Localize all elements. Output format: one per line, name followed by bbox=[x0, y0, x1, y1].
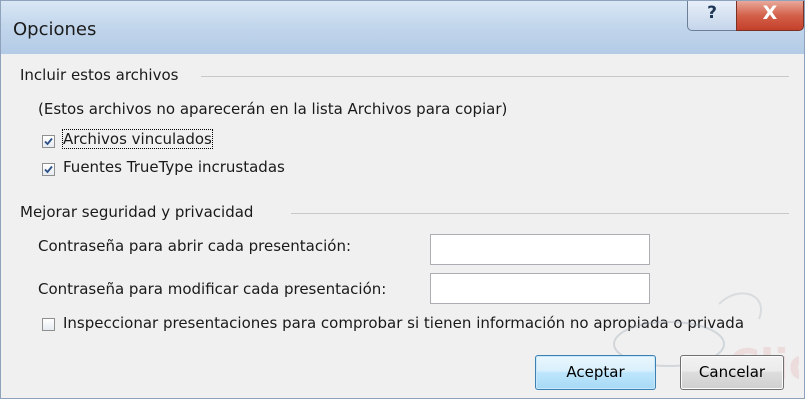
linked-files-label[interactable]: Archivos vinculados bbox=[62, 129, 213, 149]
title-bar[interactable]: Opciones ? X bbox=[1, 1, 804, 54]
inspect-checkbox[interactable] bbox=[42, 318, 55, 331]
close-icon: X bbox=[762, 2, 778, 24]
check-icon bbox=[44, 137, 53, 146]
include-group-divider bbox=[201, 76, 789, 77]
help-icon: ? bbox=[707, 3, 717, 23]
security-group-title: Mejorar seguridad y privacidad bbox=[20, 203, 254, 221]
options-dialog: Opciones ? X Incluir estos archivos (Est… bbox=[0, 0, 805, 399]
check-icon bbox=[44, 165, 53, 174]
cancel-button-label: Cancelar bbox=[698, 363, 766, 381]
open-password-label: Contraseña para abrir cada presentación: bbox=[38, 237, 352, 255]
inspect-label[interactable]: Inspeccionar presentaciones para comprob… bbox=[63, 314, 744, 332]
close-button[interactable]: X bbox=[736, 1, 804, 31]
dialog-body: Incluir estos archivos (Estos archivos n… bbox=[1, 54, 804, 398]
truetype-fonts-label[interactable]: Fuentes TrueType incrustadas bbox=[63, 158, 285, 176]
dialog-title: Opciones bbox=[13, 19, 97, 40]
modify-password-field[interactable] bbox=[430, 273, 650, 304]
ok-button-label: Aceptar bbox=[566, 363, 625, 381]
truetype-fonts-checkbox[interactable] bbox=[42, 163, 55, 176]
open-password-field[interactable] bbox=[430, 234, 650, 265]
cancel-button[interactable]: Cancelar bbox=[680, 355, 784, 390]
include-group-title: Incluir estos archivos bbox=[20, 66, 179, 84]
help-button[interactable]: ? bbox=[687, 1, 737, 31]
modify-password-label: Contraseña para modificar cada presentac… bbox=[38, 280, 387, 298]
linked-files-checkbox[interactable] bbox=[42, 135, 55, 148]
ok-button[interactable]: Aceptar bbox=[535, 355, 656, 390]
include-note: (Estos archivos no aparecerán en la list… bbox=[38, 100, 508, 118]
security-group-divider bbox=[291, 213, 789, 214]
